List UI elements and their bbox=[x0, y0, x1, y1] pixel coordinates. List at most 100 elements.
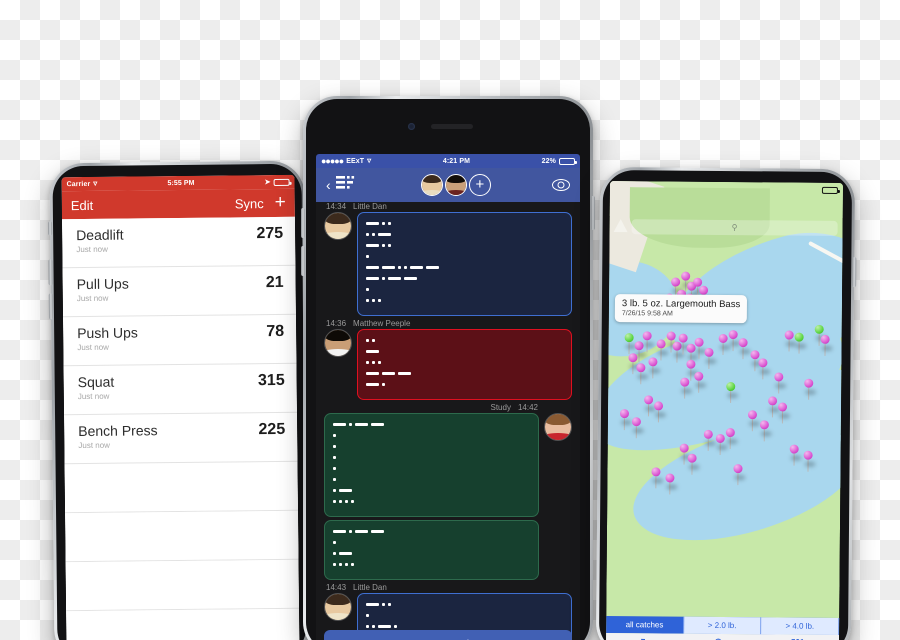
volume-up-button[interactable] bbox=[301, 208, 305, 238]
workout-timestamp: Just now bbox=[77, 342, 109, 353]
chat-message[interactable] bbox=[316, 520, 580, 580]
map-pin[interactable] bbox=[728, 330, 741, 352]
map-pin[interactable] bbox=[789, 444, 802, 466]
workout-value: 225 bbox=[258, 420, 286, 439]
add-entry-button[interactable]: + bbox=[275, 192, 286, 214]
avatar[interactable] bbox=[420, 174, 443, 196]
morse-line bbox=[333, 528, 530, 535]
workout-empty-row bbox=[64, 461, 299, 514]
morse-list-icon[interactable] bbox=[335, 175, 360, 196]
map-pin[interactable] bbox=[794, 332, 807, 354]
map-pin[interactable] bbox=[624, 333, 637, 355]
map-pin[interactable] bbox=[804, 378, 817, 400]
participants-group[interactable]: + bbox=[420, 174, 491, 196]
map-pin[interactable] bbox=[778, 402, 790, 424]
avatar[interactable] bbox=[324, 329, 352, 357]
weight-filter--4-0-lb-[interactable]: > 4.0 lb. bbox=[761, 617, 840, 635]
catch-callout[interactable]: 3 lb. 5 oz. Largemouth Bass 7/26/15 9:58… bbox=[614, 294, 748, 324]
map-pin[interactable] bbox=[654, 401, 667, 423]
power-button[interactable] bbox=[852, 257, 857, 288]
morse-line bbox=[366, 348, 563, 355]
plus-circle-icon[interactable]: + bbox=[468, 174, 491, 196]
phone-center-chat: ●●●●● EExT ▿ 4:21 PM 22% ‹ + 14:34 Littl… bbox=[301, 96, 595, 640]
map-pin[interactable] bbox=[733, 464, 746, 486]
map-pin[interactable] bbox=[820, 334, 833, 356]
map-pin[interactable] bbox=[680, 377, 693, 399]
map-pin[interactable] bbox=[694, 371, 707, 393]
mute-switch[interactable] bbox=[47, 221, 53, 236]
map-pin[interactable] bbox=[759, 420, 772, 442]
morse-line bbox=[366, 370, 563, 377]
volume-down-button[interactable] bbox=[301, 246, 305, 276]
volume-down-button[interactable] bbox=[48, 293, 54, 320]
chat-message[interactable]: 14:36 Matthew Peeple bbox=[316, 319, 580, 400]
map-pin[interactable] bbox=[718, 333, 731, 355]
chat-message[interactable]: Study 14:42 bbox=[316, 403, 580, 517]
morse-line bbox=[333, 476, 530, 483]
map-pin[interactable] bbox=[725, 428, 738, 450]
map-pin[interactable] bbox=[784, 330, 797, 352]
workout-row[interactable]: Pull Ups Just now 21 bbox=[62, 265, 296, 318]
search-input[interactable]: ⚲ bbox=[631, 219, 838, 236]
chat-message-list[interactable]: 14:34 Little Dan 14:36 Matthew Peeple Study 1… bbox=[316, 202, 580, 640]
workout-name: Pull Ups bbox=[76, 275, 129, 293]
map-pin[interactable] bbox=[694, 337, 707, 359]
chat-message[interactable]: 14:34 Little Dan bbox=[316, 202, 580, 316]
morse-dot bbox=[388, 244, 391, 247]
workout-list[interactable]: Deadlift Just now 275 Pull Ups Just now 21 Pus… bbox=[61, 216, 300, 640]
map-pin[interactable] bbox=[703, 429, 716, 451]
map-pin[interactable] bbox=[758, 358, 771, 380]
weight-filter-control[interactable]: all catches > 2.0 lb. > 4.0 lb. bbox=[606, 615, 840, 635]
message-time: 14:42 bbox=[517, 403, 538, 412]
avatar[interactable] bbox=[324, 593, 352, 621]
map-pin[interactable] bbox=[768, 396, 781, 418]
workout-row[interactable]: Bench Press Just now 225 bbox=[64, 412, 298, 465]
catch-map[interactable]: 3 lb. 5 oz. Largemouth Bass 7/26/15 9:58… bbox=[605, 180, 844, 640]
map-pin[interactable] bbox=[774, 372, 787, 394]
volume-up-button[interactable] bbox=[48, 259, 53, 286]
map-pin[interactable] bbox=[747, 410, 760, 432]
workout-row[interactable]: Push Ups Just now 78 bbox=[63, 314, 297, 367]
morse-dot bbox=[349, 530, 352, 533]
map-pin[interactable] bbox=[631, 417, 644, 439]
tab-icon-2[interactable]: ◉ bbox=[715, 636, 722, 640]
map-pin[interactable] bbox=[648, 357, 661, 379]
map-pin[interactable] bbox=[715, 433, 728, 455]
workout-row[interactable]: Deadlift Just now 275 bbox=[61, 216, 296, 269]
message-bubble[interactable] bbox=[324, 413, 539, 517]
map-pin[interactable] bbox=[803, 450, 816, 472]
map-pin[interactable] bbox=[687, 453, 700, 475]
left-carrier-label: Carrier bbox=[66, 180, 91, 188]
morse-line bbox=[366, 623, 563, 630]
avatar[interactable] bbox=[544, 413, 572, 441]
map-pin[interactable] bbox=[636, 363, 649, 385]
map-pin[interactable] bbox=[644, 395, 657, 417]
morse-line bbox=[333, 539, 530, 546]
map-pin[interactable] bbox=[619, 409, 632, 431]
power-button[interactable] bbox=[591, 196, 595, 230]
chevron-left-icon[interactable]: ‹ bbox=[326, 177, 331, 193]
eye-icon[interactable] bbox=[551, 179, 570, 191]
map-pin[interactable] bbox=[656, 339, 669, 361]
message-bubble[interactable] bbox=[357, 212, 572, 316]
message-bubble[interactable] bbox=[324, 520, 539, 580]
morse-dot bbox=[366, 339, 369, 342]
transmit-button[interactable]: Transmit bbox=[324, 630, 572, 640]
workout-row[interactable]: Squat Just now 315 bbox=[63, 363, 298, 416]
map-pin[interactable] bbox=[651, 467, 664, 489]
sync-button[interactable]: Sync bbox=[235, 196, 264, 211]
avatar[interactable] bbox=[324, 212, 352, 240]
map-pin[interactable] bbox=[665, 473, 678, 495]
map-pin[interactable] bbox=[642, 331, 655, 353]
weight-filter-all-catches[interactable]: all catches bbox=[606, 615, 684, 634]
avatar[interactable] bbox=[444, 174, 467, 196]
map-pin[interactable] bbox=[704, 347, 717, 369]
message-bubble[interactable] bbox=[357, 329, 572, 400]
weight-filter--2-0-lb-[interactable]: > 2.0 lb. bbox=[683, 616, 762, 635]
tab-icon-1[interactable]: ■ bbox=[641, 636, 646, 640]
bottom-tab-bar[interactable]: ■ ◉ 501 bbox=[605, 632, 840, 640]
map-search-row[interactable]: ⚲ bbox=[610, 216, 843, 240]
map-pin[interactable] bbox=[738, 338, 751, 360]
map-pin[interactable] bbox=[726, 382, 739, 404]
edit-button[interactable]: Edit bbox=[71, 197, 94, 212]
